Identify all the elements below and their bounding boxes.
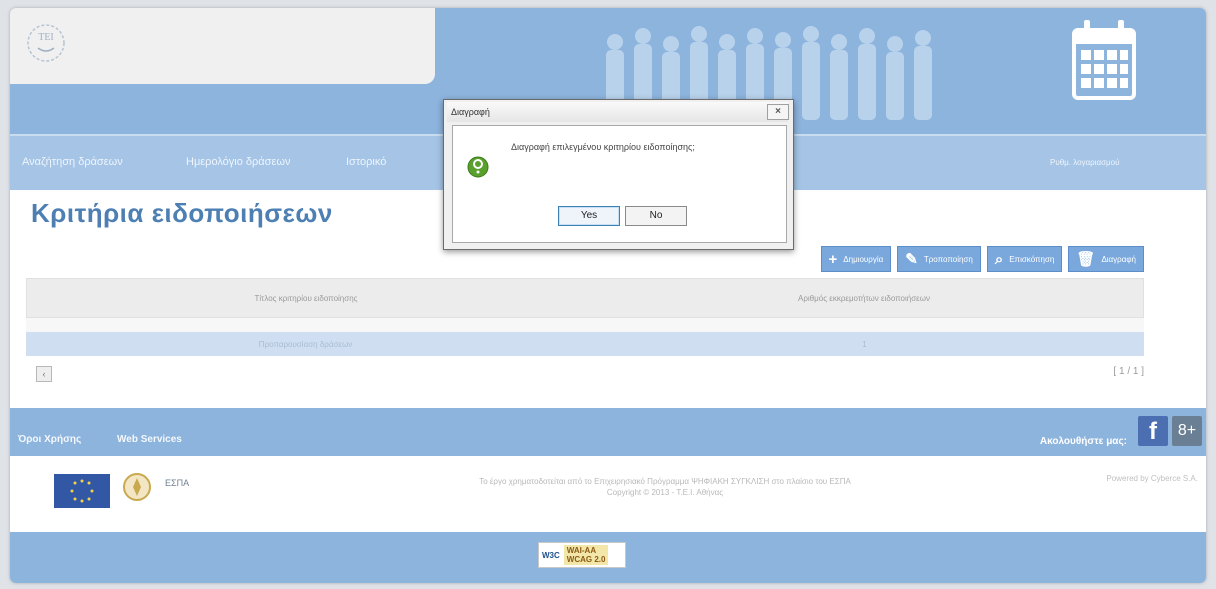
page-title: Κριτήρια ειδοποιήσεων bbox=[31, 198, 333, 228]
calendar-icon[interactable] bbox=[1070, 16, 1138, 102]
institution-logo-icon[interactable]: ΤΕΙ bbox=[24, 18, 68, 68]
footer-links-bar: Όροι Χρήσης Web Services Ακολουθήστε μας… bbox=[10, 408, 1206, 456]
nav-item-history[interactable]: Ιστορικό bbox=[346, 156, 386, 168]
greek-state-seal-icon bbox=[123, 473, 151, 501]
table-spacer bbox=[26, 318, 1144, 332]
search-icon: ⌕ bbox=[994, 250, 1004, 268]
svg-text:ΤΕΙ: ΤΕΙ bbox=[38, 32, 54, 43]
pencil-icon: ✎ bbox=[905, 250, 918, 268]
table-cell-count: 1 bbox=[862, 339, 867, 349]
follow-us-label: Ακολουθήστε μας: bbox=[1039, 436, 1127, 447]
delete-confirm-dialog: Διαγραφή × Διαγραφή επιλεγμένου κριτηρίο… bbox=[443, 99, 794, 250]
page-indicator: [ 1 / 1 ] bbox=[1113, 366, 1144, 377]
column-header-title[interactable]: Τίτλος κριτηρίου ειδοποίησης bbox=[27, 294, 585, 303]
facebook-icon[interactable]: f bbox=[1138, 416, 1168, 446]
google-plus-icon[interactable]: 8+ bbox=[1172, 416, 1202, 446]
delete-button[interactable]: 🗑 Διαγραφή bbox=[1068, 246, 1144, 272]
w3c-label: W3C bbox=[542, 550, 560, 560]
terms-link[interactable]: Όροι Χρήσης bbox=[18, 434, 81, 445]
dialog-titlebar[interactable]: Διαγραφή bbox=[447, 102, 788, 122]
create-button[interactable]: + Δημιουργία bbox=[820, 246, 892, 272]
nav-item-account-settings[interactable]: Ρυθμ. λογαριασμού bbox=[1050, 158, 1120, 167]
nav-item-search-actions[interactable]: Αναζήτηση δράσεων bbox=[22, 156, 123, 168]
dialog-close-button[interactable]: × bbox=[767, 104, 789, 120]
toolbar: + Δημιουργία ✎ Τροποποίηση ⌕ Επισκόπηση … bbox=[820, 246, 1144, 272]
table-cell-title: Προπαρουσίαση δράσεων bbox=[258, 339, 353, 349]
powered-by[interactable]: Powered by Cyberce S.A. bbox=[1106, 474, 1198, 483]
criteria-table: Τίτλος κριτηρίου ειδοποίησης Αριθμός εκκ… bbox=[26, 278, 1144, 356]
edit-button[interactable]: ✎ Τροποποίηση bbox=[897, 246, 981, 272]
copyright-line: Copyright © 2013 - Τ.Ε.Ι. Αθήνας bbox=[606, 488, 724, 497]
column-header-count[interactable]: Αριθμός εκκρεμοτήτων ειδοποιήσεων bbox=[585, 294, 1143, 303]
table-row[interactable]: Προπαρουσίαση δράσεων 1 bbox=[26, 332, 1144, 356]
table-header: Τίτλος κριτηρίου ειδοποίησης Αριθμός εκκ… bbox=[26, 278, 1144, 318]
eu-flag-icon bbox=[54, 474, 110, 508]
nav-item-actions-calendar[interactable]: Ημερολόγιο δράσεων bbox=[186, 156, 290, 168]
funding-credit-line: Το έργο χρηματοδοτείται από το Επιχειρησ… bbox=[479, 477, 851, 486]
wcag-level-text: WAI-AA bbox=[566, 546, 597, 555]
logo-panel: ΤΕΙ bbox=[10, 8, 435, 84]
espa-logo: ΕΣΠΑ bbox=[165, 478, 225, 504]
no-button[interactable]: No bbox=[625, 206, 687, 226]
dialog-body: Διαγραφή επιλεγμένου κριτηρίου ειδοποίησ… bbox=[452, 125, 787, 243]
app-frame: ΤΕΙ Αναζήτηση δράσεων Ημερολόγιο δράσεων… bbox=[10, 8, 1206, 583]
question-icon bbox=[467, 156, 489, 178]
funding-credit: Το έργο χρηματοδοτείται από το Επιχειρησ… bbox=[370, 476, 960, 498]
view-button-label: Επισκόπηση bbox=[1009, 254, 1055, 264]
yes-button[interactable]: Yes bbox=[558, 206, 620, 226]
wcag-version-text: WCAG 2.0 bbox=[566, 555, 606, 564]
espa-logo-label: ΕΣΠΑ bbox=[165, 478, 190, 488]
wcag-badge[interactable]: W3C WAI-AA WCAG 2.0 bbox=[538, 542, 626, 568]
pager-first-button[interactable]: ‹ bbox=[36, 366, 52, 382]
trash-icon: 🗑 bbox=[1076, 250, 1096, 268]
delete-button-label: Διαγραφή bbox=[1101, 254, 1136, 264]
bottom-bar: W3C WAI-AA WCAG 2.0 bbox=[10, 532, 1206, 583]
wcag-level-label: WAI-AA WCAG 2.0 bbox=[563, 545, 609, 565]
credits-section: ΕΣΠΑ Το έργο χρηματοδοτείται από το Επιχ… bbox=[10, 456, 1206, 532]
web-services-link[interactable]: Web Services bbox=[117, 434, 182, 445]
view-button[interactable]: ⌕ Επισκόπηση bbox=[986, 246, 1063, 272]
create-button-label: Δημιουργία bbox=[843, 254, 884, 264]
plus-icon: + bbox=[828, 250, 838, 268]
dialog-message: Διαγραφή επιλεγμένου κριτηρίου ειδοποίησ… bbox=[511, 142, 695, 152]
dialog-title: Διαγραφή bbox=[451, 107, 490, 117]
edit-button-label: Τροποποίηση bbox=[923, 254, 973, 264]
